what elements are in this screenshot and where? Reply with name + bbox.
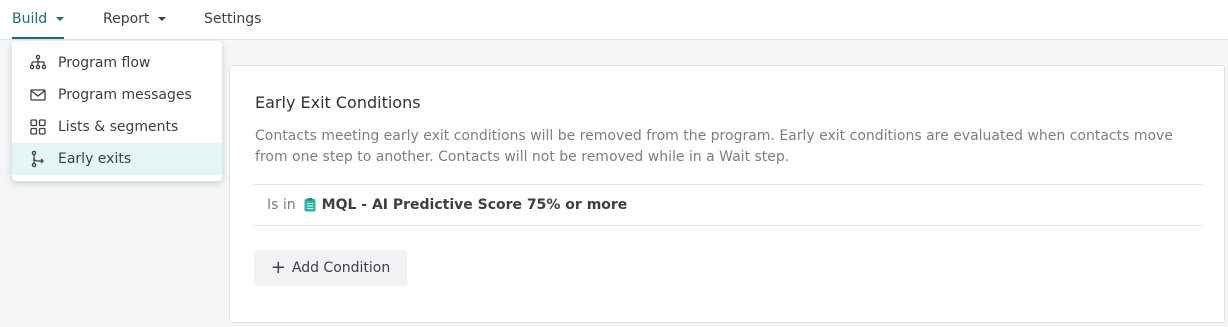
add-condition-button[interactable]: + Add Condition <box>254 250 407 286</box>
add-condition-label: Add Condition <box>291 260 391 276</box>
grid-icon <box>28 117 48 137</box>
menu-item-label: Program messages <box>58 87 192 103</box>
menu-item-early-exits[interactable]: Early exits <box>12 143 222 175</box>
menu-item-program-flow[interactable]: Program flow <box>12 47 222 79</box>
early-exit-card: Early Exit Conditions Contacts meeting e… <box>229 65 1225 323</box>
menu-item-label: Lists & segments <box>58 119 179 135</box>
build-dropdown-menu: Program flow Program messages Lists & se… <box>12 41 222 181</box>
menu-item-label: Early exits <box>58 151 132 167</box>
chevron-down-icon <box>56 17 65 21</box>
tab-report-label: Report <box>103 11 150 27</box>
condition-list-name: MQL - AI Predictive Score 75% or more <box>321 197 628 213</box>
tab-build-label: Build <box>12 11 48 27</box>
tab-settings[interactable]: Settings <box>204 0 261 39</box>
sitemap-icon <box>28 53 48 73</box>
card-description: Contacts meeting early exit conditions w… <box>255 128 1173 165</box>
top-nav: Build Report Settings <box>0 0 1228 40</box>
card-title: Early Exit Conditions <box>255 93 421 112</box>
branch-exit-icon <box>28 149 48 169</box>
condition-operator: Is in <box>267 197 296 213</box>
menu-item-program-messages[interactable]: Program messages <box>12 79 222 111</box>
envelope-icon <box>28 85 48 105</box>
chevron-down-icon <box>158 17 167 21</box>
tab-settings-label: Settings <box>204 11 262 27</box>
menu-item-lists-segments[interactable]: Lists & segments <box>12 111 222 143</box>
list-icon <box>304 198 316 212</box>
plus-icon: + <box>270 257 286 278</box>
tab-build[interactable]: Build <box>12 0 65 39</box>
tab-report[interactable]: Report <box>103 0 167 39</box>
condition-row[interactable]: Is in MQL - AI Predictive Score 75% or m… <box>254 184 1202 226</box>
menu-item-label: Program flow <box>58 55 151 71</box>
